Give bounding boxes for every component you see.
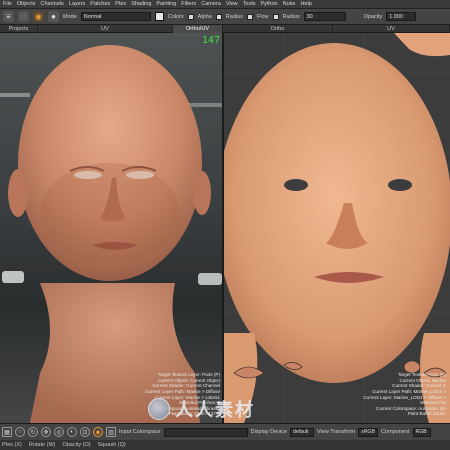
tab-ortho-uv[interactable]: Ortho/UV [173,25,223,33]
menu-item-help[interactable]: Help [300,1,311,7]
brush-tool-icon[interactable]: ◉ [33,11,44,22]
mode-select[interactable]: Normal [80,12,151,21]
uv-viewport[interactable]: Target Texture Paint (P) Current Object: … [224,33,450,423]
menu-item-nuke[interactable]: Nuke [283,1,296,7]
tab-uv[interactable]: UV [38,25,173,33]
status-squash: Squash (Q) [97,442,126,448]
panel-tabs: Projects UV Ortho/UV Ortho UV [0,25,450,33]
view-transform-select[interactable]: sRGB [358,427,379,437]
dot-icon[interactable]: ● [48,11,59,22]
opacity-field[interactable]: 1.000 [386,12,417,21]
flow-label: Flow [256,13,269,20]
checker-icon[interactable]: ▥ [106,427,116,437]
bottom-toolbar: ▦ ○ ↻ ✥ ◎ ◐ ⊡ ◉ ▥ Input Colorspace Displ… [0,423,450,440]
alpha-label: Alpha [197,13,212,20]
zoom-icon[interactable]: ○ [15,427,25,437]
radius-label: Radius [225,13,243,20]
grid-icon[interactable]: ▦ [2,427,12,437]
menu-item-objects[interactable]: Objects [17,1,36,7]
menu-item-shading[interactable]: Shading [131,1,151,7]
menu-item-ptex[interactable]: Ptex [115,1,126,7]
watermark-logo-icon [148,398,170,420]
tab-projects[interactable]: Projects [0,25,38,33]
watermark-text: 人人素材 [175,400,255,421]
mode-label: Mode [63,13,77,20]
menu-item-camera[interactable]: Camera [201,1,221,7]
3d-viewport[interactable]: 147 Target Texture Layer: Paint (P) Curre… [0,33,224,423]
input-colorspace-label: Input Colorspace [119,429,161,435]
display-device-label: Display Device [250,429,287,435]
menu-item-view[interactable]: View [226,1,238,7]
radius2-checkbox[interactable] [272,13,279,20]
component-label: Component [381,429,410,435]
fit-icon[interactable]: ◎ [54,427,64,437]
flow-checkbox[interactable] [246,13,253,20]
status-opacity: Opacity (O) [62,442,91,448]
menu-bar: File Objects Channels Layers Patches Ptex Shad… [0,0,450,9]
fps-counter: 147 [201,35,220,46]
menu-item-filters[interactable]: Filters [181,1,196,7]
tab-uv-right[interactable]: UV [333,25,450,33]
menu-item-tools[interactable]: Tools [243,1,256,7]
uv-info-overlay: Target Texture Paint (P) Current Object: … [363,372,446,417]
status-bar: Ptex (X) Rotate (W) Opacity (O) Squash (… [0,440,450,450]
frame-icon[interactable]: ⊡ [80,427,90,437]
watermark: 人人素材 [148,396,255,422]
pan-icon[interactable]: ✥ [41,427,51,437]
radius-field[interactable]: 30 [303,12,346,21]
overlay-line: Current Layer Path: Marine_LOD2 > [372,389,446,395]
menu-item-layers[interactable]: Layers [69,1,86,7]
radius2-label: Radius [282,13,300,20]
component-select[interactable]: RGB [412,427,431,437]
menu-item-python[interactable]: Python [260,1,277,7]
alpha-checkbox[interactable] [187,13,194,20]
uv-texture-render [224,33,450,423]
menu-item-patches[interactable]: Patches [90,1,110,7]
status-rotate: Rotate (W) [28,442,56,448]
status-ptex: Ptex (X) [2,442,22,448]
head-render [0,45,224,423]
input-colorspace-select[interactable] [163,427,248,437]
overlay-line: Paint Buffer Zoom: [407,411,446,417]
tab-ortho[interactable]: Ortho [223,25,333,33]
foreground-color-swatch[interactable] [154,12,164,21]
paint-mode-icon[interactable]: ◉ [93,427,103,437]
overlay-line: Current Layer Path: Marine > Diffuse [145,389,220,395]
menu-item-channels[interactable]: Channels [41,1,64,7]
rotate-icon[interactable]: ↻ [28,427,38,437]
tool-options-bar: ≡ ◌ ◉ ● Mode Normal Colors Alpha Radius … [0,9,450,25]
lock-icon[interactable]: ◐ [67,427,77,437]
menu-icon[interactable]: ≡ [3,11,14,22]
display-device-select[interactable]: default [289,427,314,437]
menu-item-file[interactable]: File [3,1,12,7]
lasso-icon[interactable]: ◌ [18,11,29,22]
radius-checkbox[interactable] [215,13,222,20]
colors-label: Colors [167,13,184,20]
opacity-label: Opacity [363,13,383,20]
menu-item-painting[interactable]: Painting [156,1,176,7]
view-transform-label: View Transform [316,429,356,435]
